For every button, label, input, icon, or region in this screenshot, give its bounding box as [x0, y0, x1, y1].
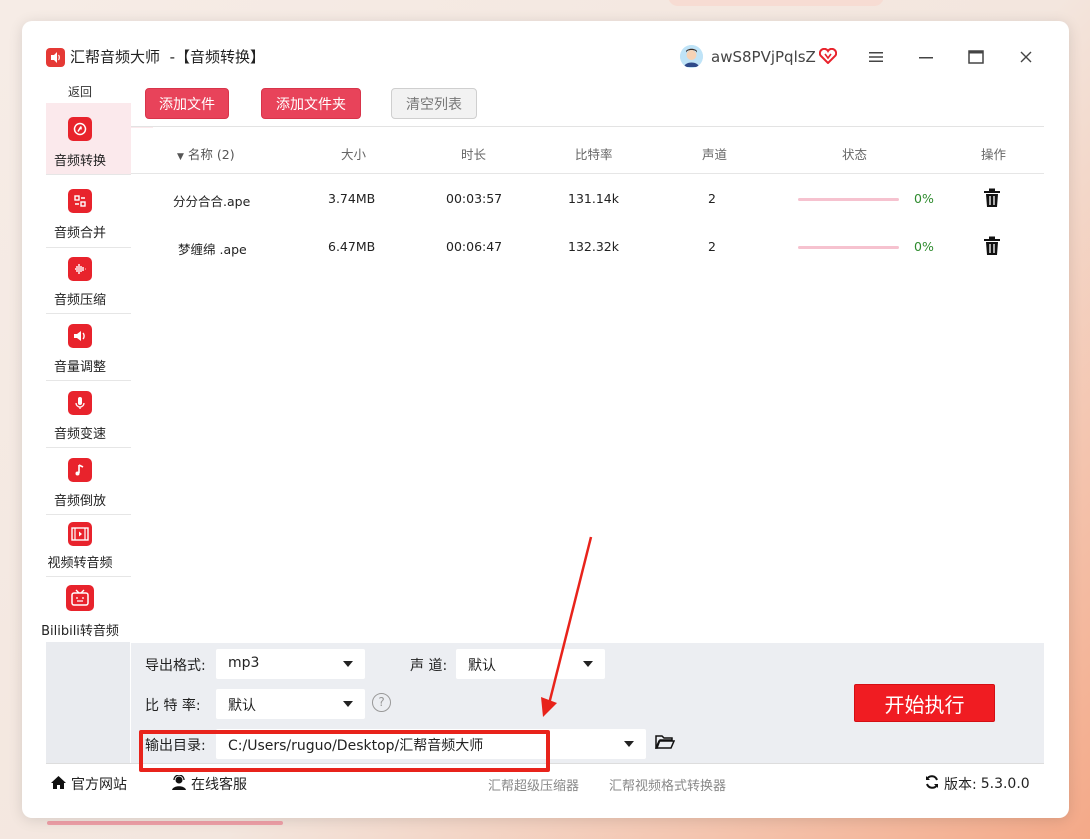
column-actions-header: 操作	[981, 147, 1007, 162]
bilibili-tv-icon	[66, 585, 94, 611]
column-duration-header: 时长	[461, 147, 487, 162]
table-row[interactable]: 分分合合.ape 3.74MB 00:03:57 131.14k 2 0%	[131, 174, 1044, 222]
file-table: ▼ 名称 (2) 大小 时长 比特率 声道 状态 操作 分分合合.ape 3.7…	[131, 128, 1044, 643]
chevron-down-icon	[343, 661, 353, 667]
version-value: 5.3.0.0	[980, 776, 1030, 792]
video-icon	[68, 522, 92, 546]
chevron-down-icon	[624, 741, 634, 747]
table-row[interactable]: 梦缠绵 .ape 6.47MB 00:06:47 132.32k 2 0%	[131, 222, 1044, 270]
sidebar-bottom-panel	[46, 642, 130, 763]
support-person-icon	[171, 773, 187, 794]
file-name: 梦缠绵 .ape	[178, 242, 247, 257]
official-website-link[interactable]: 官方网站	[50, 774, 127, 794]
format-value: mp3	[228, 655, 260, 671]
file-name: 分分合合.ape	[173, 194, 251, 209]
annotation-highlight-box	[139, 730, 550, 772]
title-bar: 汇帮音频大师 -【音频转换】 awS8PVjPqlsZ	[22, 21, 1069, 77]
app-logo-icon	[46, 48, 65, 67]
file-size: 6.47MB	[328, 239, 376, 254]
sidebar-item-label: 音频变速	[53, 427, 106, 442]
chevron-down-icon	[343, 701, 353, 707]
progress-bar	[798, 246, 899, 249]
add-folder-button[interactable]: 添加文件夹	[261, 88, 361, 119]
vip-heart-icon[interactable]	[818, 47, 838, 68]
file-channels: 2	[708, 191, 716, 206]
microphone-icon	[68, 391, 92, 415]
bitrate-select[interactable]: 默认	[216, 689, 365, 719]
delete-icon[interactable]	[983, 188, 1001, 208]
sidebar-item-label: Bilibili转音频	[41, 624, 119, 639]
channel-value: 默认	[468, 658, 496, 674]
add-file-button[interactable]: 添加文件	[145, 88, 229, 119]
channel-label: 声 道:	[410, 658, 448, 674]
version-label: 版本:	[944, 777, 977, 793]
sort-down-icon: ▼	[177, 152, 184, 162]
progress-bar	[798, 198, 899, 201]
file-duration: 00:06:47	[446, 239, 503, 254]
sidebar-item-label: 视频转音频	[47, 556, 113, 571]
username[interactable]: awS8PVjPqlsZ	[711, 47, 816, 67]
file-duration: 00:03:57	[446, 191, 503, 206]
format-select[interactable]: mp3	[216, 649, 365, 679]
music-note-icon	[68, 458, 92, 482]
refresh-icon[interactable]	[924, 774, 940, 794]
sidebar-item-label: 音量调整	[53, 360, 106, 375]
progress-percent: 0%	[914, 239, 934, 254]
file-bitrate: 132.32k	[568, 239, 619, 254]
volume-icon	[68, 324, 92, 348]
back-link[interactable]: 返回	[46, 83, 114, 100]
folder-open-icon[interactable]	[654, 734, 676, 754]
app-window: 汇帮音频大师 -【音频转换】 awS8PVjPqlsZ 返回 音频转换 音频合并…	[22, 21, 1069, 818]
sidebar-item-label: 音频转换	[53, 154, 106, 169]
sidebar-item-label: 音频合并	[53, 226, 106, 241]
version-info: 版本: 5.3.0.0	[924, 774, 1030, 794]
background-tab	[668, 0, 884, 6]
minimize-icon[interactable]	[916, 47, 936, 67]
sidebar-item-label: 音频倒放	[53, 494, 106, 509]
column-bitrate-header: 比特率	[575, 147, 613, 162]
online-support-link[interactable]: 在线客服	[171, 773, 247, 794]
close-icon[interactable]	[1016, 47, 1036, 67]
progress-percent: 0%	[914, 191, 934, 206]
toolbar: 添加文件 添加文件夹 清空列表	[131, 77, 1044, 127]
compressor-link[interactable]: 汇帮超级压缩器	[488, 775, 579, 794]
file-size: 3.74MB	[328, 191, 376, 206]
avatar[interactable]	[680, 45, 703, 68]
start-button[interactable]: 开始执行	[854, 684, 995, 722]
table-header: ▼ 名称 (2) 大小 时长 比特率 声道 状态 操作	[131, 128, 1044, 174]
chevron-down-icon	[583, 661, 593, 667]
help-icon[interactable]: ?	[372, 693, 391, 712]
sidebar-item-label: 音频压缩	[53, 293, 106, 308]
background-bar	[47, 821, 283, 825]
video-converter-link[interactable]: 汇帮视频格式转换器	[609, 775, 726, 794]
app-title: 汇帮音频大师 -【音频转换】	[70, 48, 265, 66]
home-icon	[50, 775, 67, 794]
file-bitrate: 131.14k	[568, 191, 619, 206]
format-label: 导出格式:	[145, 658, 206, 674]
delete-icon[interactable]	[983, 236, 1001, 256]
bitrate-value: 默认	[228, 698, 256, 714]
official-website-label: 官方网站	[71, 777, 127, 793]
column-status-header: 状态	[842, 147, 868, 162]
audio-compress-icon	[68, 257, 92, 281]
clear-list-button[interactable]: 清空列表	[391, 88, 477, 119]
bitrate-label: 比 特 率:	[145, 698, 201, 714]
column-name-header[interactable]: ▼ 名称 (2)	[177, 144, 235, 163]
channel-select[interactable]: 默认	[456, 649, 605, 679]
menu-icon[interactable]	[866, 47, 886, 67]
audio-merge-icon	[68, 189, 92, 213]
column-size-header: 大小	[341, 147, 367, 162]
file-channels: 2	[708, 239, 716, 254]
online-support-label: 在线客服	[191, 777, 247, 793]
maximize-icon[interactable]	[966, 47, 986, 67]
audio-convert-icon	[68, 117, 92, 141]
column-channels-header: 声道	[702, 147, 728, 162]
